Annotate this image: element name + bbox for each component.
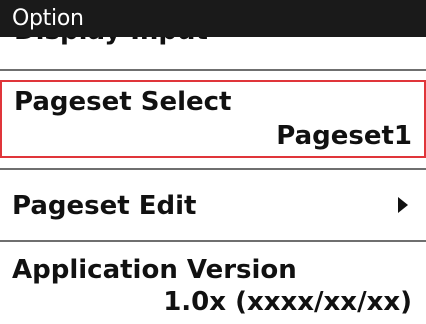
- menu-item-previous-label: Display Input: [14, 37, 208, 47]
- application-version-label: Application Version: [12, 255, 297, 285]
- pageset-edit-label: Pageset Edit: [12, 191, 197, 221]
- menu-item-previous-partial[interactable]: Display Input: [0, 37, 426, 69]
- window-title: Option: [12, 6, 84, 31]
- chevron-right-icon: [398, 197, 408, 213]
- menu-item-pageset-select[interactable]: Pageset Select Pageset1: [0, 80, 426, 158]
- pageset-select-label: Pageset Select: [14, 87, 232, 117]
- divider: [0, 69, 426, 71]
- pageset-select-value: Pageset1: [276, 121, 412, 151]
- title-bar: Option: [0, 0, 426, 37]
- menu-item-application-version: Application Version 1.0x (xxxx/xx/xx): [0, 242, 426, 324]
- application-version-value: 1.0x (xxxx/xx/xx): [163, 287, 412, 317]
- menu-item-pageset-edit[interactable]: Pageset Edit: [0, 170, 426, 240]
